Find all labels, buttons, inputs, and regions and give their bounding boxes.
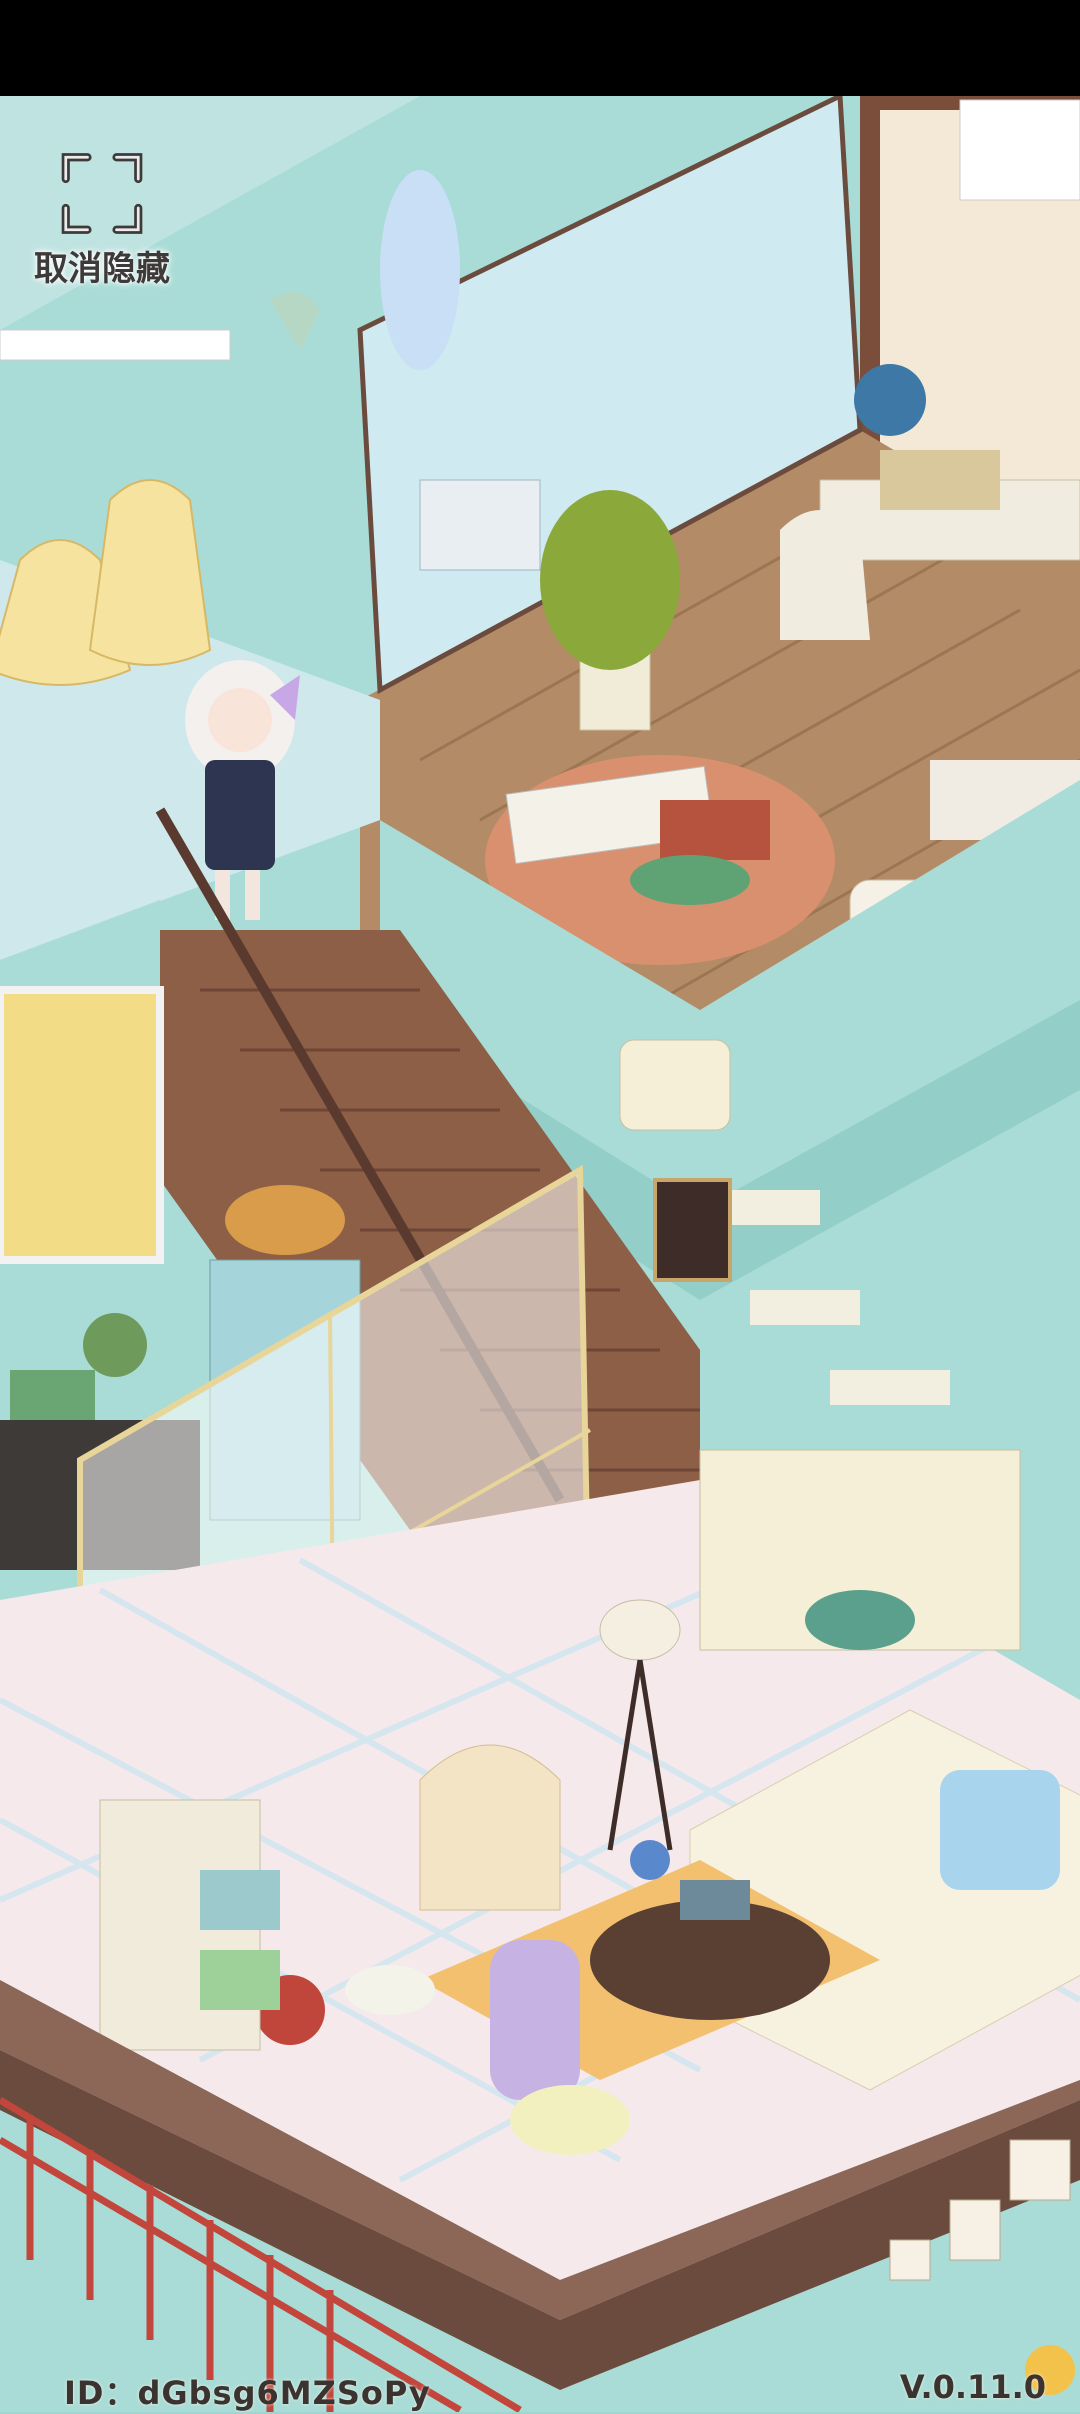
- cat-chair: [419, 1744, 561, 1911]
- floor-lamp: [599, 1599, 681, 1661]
- version-label: V.0.11.0: [899, 2368, 1046, 2406]
- white-mushroom: [345, 1965, 435, 2015]
- unhide-label: 取消隐藏: [34, 249, 170, 289]
- storage-box-green: [200, 1950, 280, 2010]
- expand-frame-icon: [61, 153, 143, 234]
- bread-basket: [225, 1185, 345, 1255]
- status-bar: [0, 0, 1080, 96]
- clothes-rack: [0, 329, 231, 361]
- cat-cube: [619, 1039, 731, 1131]
- cat-tree-bed: [510, 2085, 630, 2155]
- office-chair: [780, 510, 870, 640]
- globe: [854, 364, 926, 436]
- air-conditioner: [959, 99, 1080, 201]
- unhide-button[interactable]: 取消隐藏: [22, 150, 182, 290]
- small-plant: [630, 855, 750, 905]
- storage-box: [200, 1870, 280, 1930]
- wall-painting: [653, 1178, 732, 1282]
- blue-cushion: [940, 1770, 1060, 1890]
- kitchen-window: [0, 986, 164, 1264]
- fruit-bowl: [805, 1590, 915, 1650]
- green-kettle: [83, 1313, 147, 1377]
- chess-board: [880, 450, 1000, 510]
- books-stack: [660, 800, 770, 860]
- isometric-room-scene[interactable]: [0, 96, 1080, 2412]
- yellow-dress-2: [88, 479, 212, 666]
- player-id-label: ID：dGbsg6MZSoPy: [64, 2374, 431, 2412]
- bath-cabinet: [419, 479, 541, 571]
- laptop: [680, 1880, 750, 1920]
- cat-tree: [490, 1940, 580, 2100]
- wall-shelf-3: [830, 1370, 950, 1405]
- vase-flowers: [630, 1840, 670, 1880]
- wall-shelf-2: [750, 1290, 860, 1325]
- mirror: [380, 170, 460, 370]
